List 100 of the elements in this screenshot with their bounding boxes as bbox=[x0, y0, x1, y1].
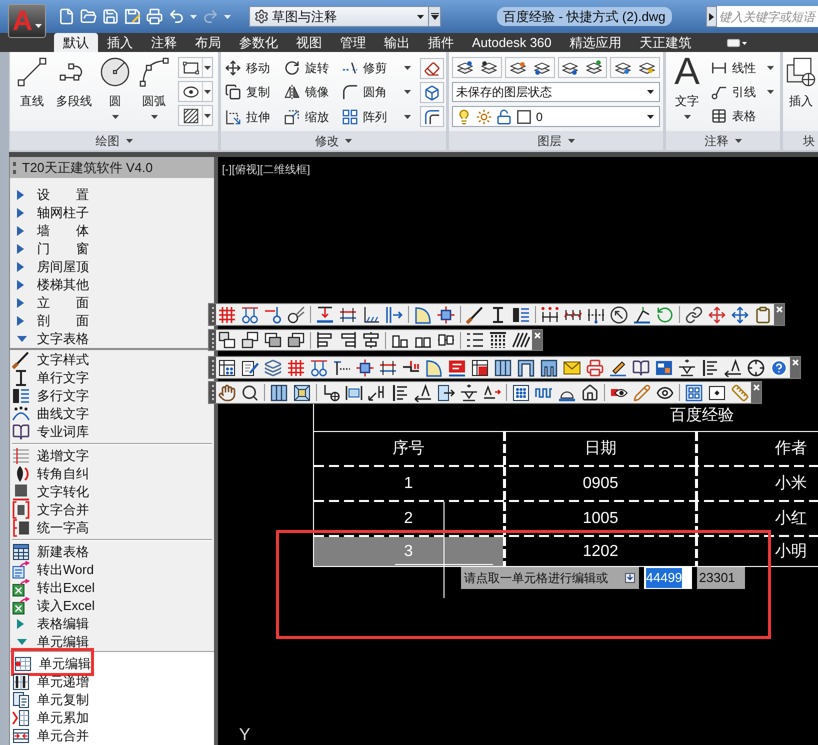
workspace-dropdown[interactable]: 草图与注释 bbox=[249, 6, 429, 27]
layers-icon[interactable] bbox=[586, 60, 602, 76]
ribbon-tab[interactable]: 注释 bbox=[142, 33, 186, 52]
panel-title[interactable]: 图层 bbox=[449, 131, 663, 150]
layers-icon[interactable] bbox=[639, 60, 656, 76]
bracket-bar-icon[interactable] bbox=[345, 384, 363, 402]
tree-item[interactable]: 递增文字 bbox=[10, 447, 93, 465]
open-book-icon[interactable] bbox=[632, 358, 650, 376]
aligned-bars-icon[interactable] bbox=[339, 331, 357, 349]
dashed-columns-icon[interactable] bbox=[489, 331, 507, 349]
tree-item[interactable]: 房间屋顶 bbox=[10, 258, 93, 276]
axis-circles-icon[interactable] bbox=[310, 358, 328, 376]
tree-item[interactable]: 剖 面 bbox=[10, 312, 93, 330]
floppy-pen-icon[interactable] bbox=[124, 8, 141, 25]
ribbon-button[interactable]: 复制 bbox=[225, 82, 270, 102]
double-line-icon[interactable] bbox=[339, 306, 357, 324]
ribbon-tab[interactable]: Autodesk 360 bbox=[463, 33, 561, 52]
pencil-line-icon[interactable] bbox=[609, 358, 627, 376]
double-line-icon[interactable] bbox=[379, 358, 397, 376]
dot-grid-icon[interactable] bbox=[512, 384, 530, 402]
peak-arrow-icon[interactable] bbox=[483, 384, 501, 402]
layers-icon[interactable] bbox=[562, 60, 578, 76]
layers-icon[interactable] bbox=[456, 60, 473, 76]
ribbon-button[interactable]: 引线 bbox=[711, 82, 774, 102]
tree-item[interactable]: 文字样式 bbox=[10, 351, 93, 369]
triangle-mark-icon[interactable] bbox=[460, 384, 478, 402]
split-button[interactable] bbox=[178, 81, 213, 102]
ribbon-button[interactable]: 圆角 bbox=[342, 82, 411, 102]
tree-item[interactable]: 墙 体 bbox=[10, 222, 93, 240]
bars-arrow-icon[interactable] bbox=[385, 306, 403, 324]
panel-title[interactable]: 绘图 bbox=[10, 131, 218, 150]
tree-item[interactable]: 文字合并 bbox=[10, 501, 93, 519]
grip-handle[interactable] bbox=[209, 357, 216, 378]
tree-item[interactable]: 门 窗 bbox=[10, 240, 93, 258]
split-button[interactable] bbox=[178, 105, 213, 126]
grid-icon[interactable] bbox=[218, 306, 236, 324]
tree-item[interactable]: 文字表格 bbox=[10, 330, 93, 348]
square-crosshair-icon[interactable] bbox=[356, 358, 374, 376]
aligned-bars-icon[interactable] bbox=[316, 331, 334, 349]
grip-handle[interactable] bbox=[209, 330, 216, 350]
table-tile-icon[interactable] bbox=[471, 358, 489, 376]
envelope-icon[interactable] bbox=[563, 358, 581, 376]
tree-item[interactable]: 多行文字 bbox=[10, 387, 93, 405]
slashes-icon[interactable] bbox=[512, 331, 530, 349]
ribbon-tab[interactable]: 参数化 bbox=[230, 33, 287, 52]
image-window-icon[interactable] bbox=[655, 358, 673, 376]
move-icon[interactable] bbox=[708, 306, 726, 324]
dimension-dots-icon[interactable] bbox=[541, 306, 559, 324]
ribbon-button[interactable]: 圆 bbox=[98, 57, 132, 119]
ruler-icon[interactable] bbox=[731, 384, 749, 402]
tree-item[interactable]: 单元复制 bbox=[10, 691, 93, 709]
layer-state-dropdown[interactable]: 未保存的图层状态 bbox=[452, 82, 660, 102]
ribbon-button[interactable]: 修剪 bbox=[342, 58, 411, 78]
window-grid-icon[interactable] bbox=[685, 384, 703, 402]
icon-button[interactable] bbox=[420, 58, 444, 79]
tree-item[interactable]: 立 面 bbox=[10, 294, 93, 312]
tree-item[interactable]: 专业词库 bbox=[10, 423, 93, 441]
stacked-squares-icon[interactable] bbox=[218, 331, 236, 349]
aligned-bars-icon[interactable] bbox=[362, 331, 380, 349]
stacked-squares-icon[interactable] bbox=[287, 331, 305, 349]
ribbon-tab[interactable]: 插入 bbox=[98, 33, 142, 52]
save-icon[interactable] bbox=[102, 8, 119, 25]
dot-table-icon[interactable] bbox=[218, 358, 236, 376]
tree-item[interactable]: 读入Excel bbox=[10, 597, 99, 615]
ribbon-button[interactable]: 圆弧 bbox=[134, 57, 174, 119]
circle-pen-icon[interactable] bbox=[287, 306, 305, 324]
ribbon-button[interactable]: 旋转 bbox=[284, 58, 329, 78]
grip-handle[interactable] bbox=[13, 162, 16, 174]
tree-item[interactable]: 单行文字 bbox=[10, 369, 93, 387]
ribbon-tab[interactable]: 插件 bbox=[419, 33, 463, 52]
tree-item[interactable]: 单元编辑 bbox=[14, 655, 91, 673]
label-tile-icon[interactable] bbox=[448, 358, 466, 376]
line-circle-icon[interactable] bbox=[264, 306, 282, 324]
layers-icon[interactable] bbox=[534, 60, 550, 76]
tree-item[interactable]: 文字转化 bbox=[10, 483, 93, 501]
block-lines-icon[interactable] bbox=[512, 306, 530, 324]
arch-icon[interactable] bbox=[540, 358, 558, 376]
input-field[interactable]: 23301 bbox=[697, 567, 745, 589]
icon-button[interactable] bbox=[420, 82, 444, 103]
search-icon[interactable] bbox=[241, 384, 259, 402]
ribbon-button[interactable]: 表格 bbox=[711, 106, 756, 126]
undo-icon[interactable] bbox=[168, 8, 185, 25]
document-pen-icon[interactable] bbox=[241, 358, 259, 376]
tree-item[interactable]: 新建表格 bbox=[10, 543, 93, 561]
hatch-corner-icon[interactable] bbox=[362, 306, 380, 324]
crossed-square-icon[interactable] bbox=[293, 384, 311, 402]
tree-item[interactable]: 单元递增 bbox=[10, 673, 93, 691]
ribbon-tab[interactable]: 输出 bbox=[375, 33, 419, 52]
crosshair-circle-icon[interactable] bbox=[747, 358, 765, 376]
layers-icon[interactable] bbox=[510, 60, 526, 76]
layer-dropdown[interactable]: 0 bbox=[452, 106, 660, 127]
document-arrow-icon[interactable] bbox=[437, 384, 455, 402]
grip-handle[interactable] bbox=[209, 304, 216, 325]
house-icon[interactable] bbox=[581, 384, 599, 402]
tree-item[interactable]: 单元编辑 bbox=[10, 633, 93, 651]
dimension-arrow-icon[interactable] bbox=[316, 306, 334, 324]
icon-button[interactable] bbox=[420, 106, 444, 127]
new-file-icon[interactable] bbox=[58, 8, 75, 25]
ribbon-tab[interactable]: 天正建筑 bbox=[630, 33, 701, 52]
panel-title[interactable]: 块 bbox=[783, 131, 818, 150]
